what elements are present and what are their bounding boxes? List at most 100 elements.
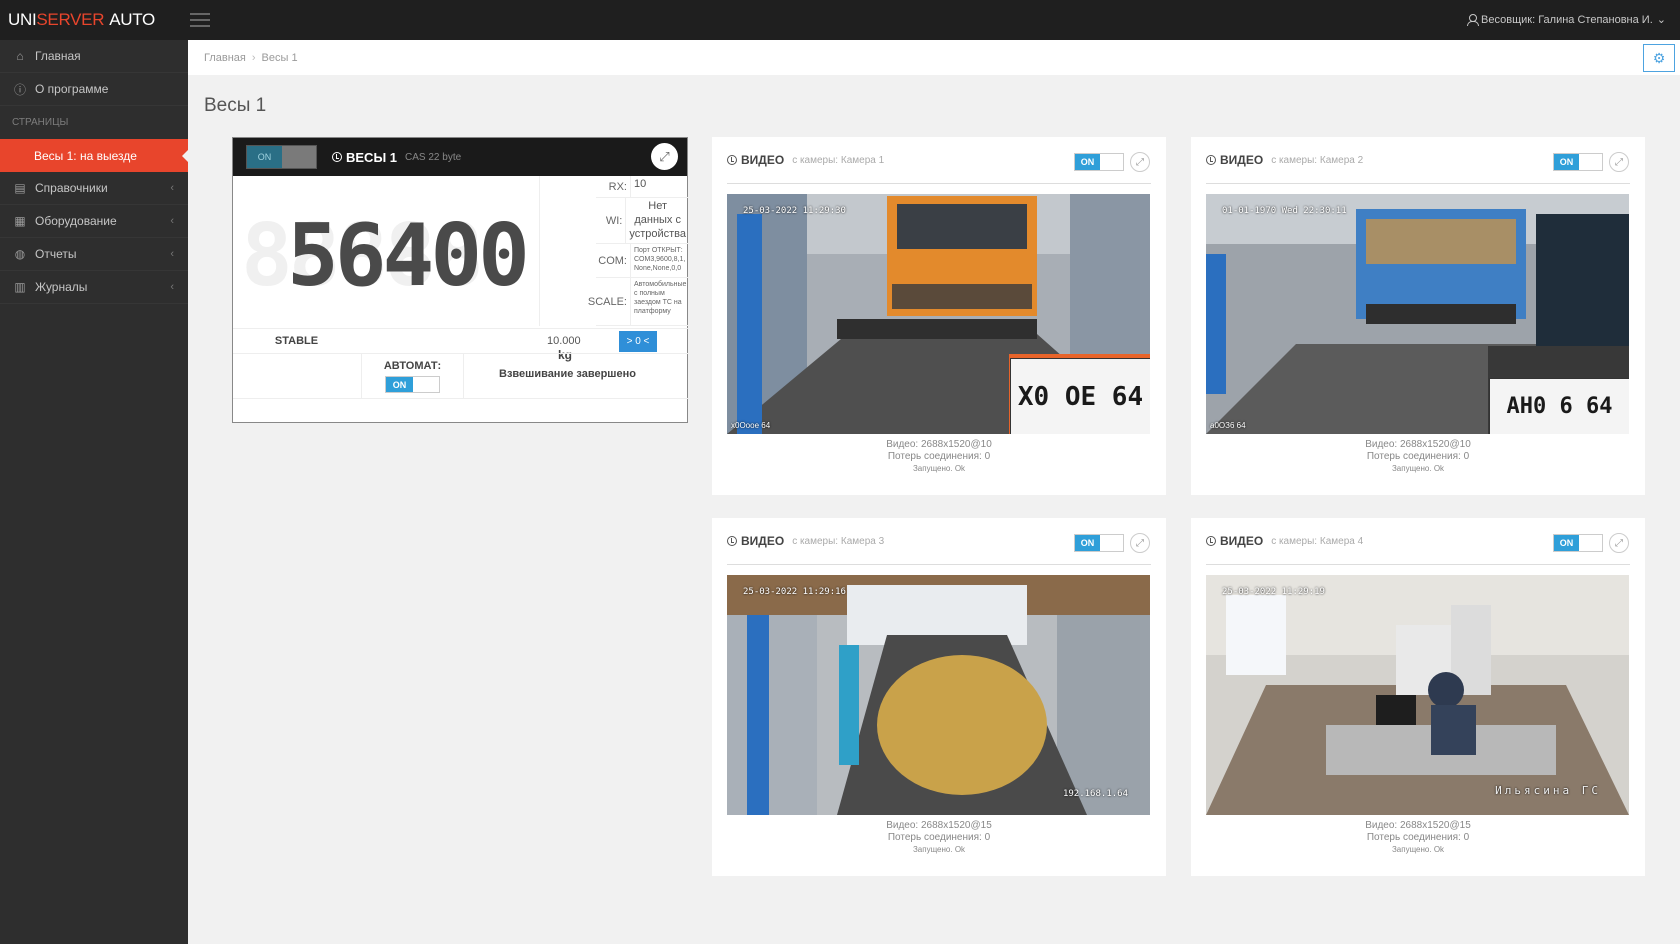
connection-losses: Потерь соединения: 0 (1366, 451, 1470, 462)
clock-icon (1206, 155, 1216, 165)
video-feed[interactable]: 25-03-2022 11:29:30 х0Ооое 64 Х0 ОЕ 64 (727, 194, 1150, 434)
camera-name-overlay: Ильясина ГС (1495, 784, 1601, 797)
info-row-wi: WI: Нет данных с устройства (596, 198, 689, 244)
menu-toggle-icon[interactable] (190, 13, 210, 27)
breadcrumb-home[interactable]: Главная (204, 52, 246, 64)
video-toggle[interactable]: ON (1074, 534, 1124, 552)
video-panel-header: ВИДЕО с камеры: Камера 3 (727, 534, 884, 548)
user-icon (1467, 14, 1480, 26)
clock-icon (1206, 536, 1216, 546)
scale-power-toggle[interactable]: ON (246, 145, 317, 169)
toggle-on-label: ON (1075, 535, 1100, 551)
sidebar-item-home[interactable]: ⌂ Главная (0, 40, 188, 73)
top-bar: UNI SERVER AUTO Весовщик: Галина Степановн… (0, 0, 1680, 40)
toggle-on-label: ON (1075, 154, 1100, 170)
sidebar-item-references[interactable]: ▤ Справочники ‹ (0, 172, 188, 205)
sidebar-item-reports[interactable]: ◍ Отчеты ‹ (0, 238, 188, 271)
expand-icon: ⤢ (1136, 537, 1144, 549)
chevron-down-icon: ⌄ (1656, 14, 1666, 26)
chevron-left-icon: ‹ (170, 215, 174, 227)
book-icon: ▤ (14, 181, 26, 195)
brand-auto: AUTO (109, 10, 155, 29)
scale-title-text: ВЕСЫ 1 (346, 149, 398, 165)
video-panel-camera-1: ВИДЕО с камеры: Камера 1 ON ⤢ 25-03-2022… (712, 137, 1166, 495)
expand-button[interactable]: ⤢ (1609, 533, 1629, 553)
zero-button[interactable]: > 0 < (619, 331, 657, 352)
scale-panel-body: 88888 56400 kg RX: 10 WI: Нет данных с у… (233, 176, 689, 424)
video-title: ВИДЕО (1220, 153, 1264, 167)
video-toggle[interactable]: ON (1553, 534, 1603, 552)
scale-title: ВЕСЫ 1 CAS 22 byte (332, 150, 461, 165)
sidebar-item-journals[interactable]: ▥ Журналы ‹ (0, 271, 188, 304)
sidebar-item-scale-1[interactable]: Весы 1: на выезде (0, 139, 189, 172)
toggle-off-part (1100, 535, 1123, 551)
toggle-off-part (1100, 154, 1123, 170)
expand-button[interactable]: ⤢ (1130, 533, 1150, 553)
info-row-com: COM: Порт ОТКРЫТ: COM3,9600,8,1, None,No… (596, 244, 689, 278)
expand-icon: ⤢ (659, 148, 670, 164)
settings-button[interactable]: ⚙ (1643, 44, 1675, 72)
gear-icon: ⚙ (1652, 49, 1666, 66)
video-resolution: Видео: 2688x1520@15 (886, 820, 992, 831)
connection-losses: Потерь соединения: 0 (887, 832, 991, 843)
expand-icon: ⤢ (1615, 156, 1623, 168)
license-plate-snapshot: АН0 6 64 (1489, 378, 1629, 434)
divider (1206, 564, 1630, 565)
license-plate-snapshot: Х0 ОЕ 64 (1010, 358, 1150, 434)
video-title: ВИДЕО (741, 153, 785, 167)
video-toggle[interactable]: ON (1074, 153, 1124, 171)
video-source: с камеры: Камера 2 (1271, 154, 1364, 166)
toggle-on-label: ON (1554, 535, 1579, 551)
video-source: с камеры: Камера 4 (1271, 535, 1364, 547)
expand-button[interactable]: ⤢ (651, 143, 678, 170)
info-row-scale: SCALE: Автомобильные с полным заездом ТС… (588, 278, 689, 326)
info-icon: ⓘ (13, 82, 26, 97)
sidebar-item-about[interactable]: ⓘ О программе (0, 73, 188, 106)
info-value: Автомобильные с полным заездом ТС на пла… (634, 281, 687, 316)
clock-icon (727, 155, 737, 165)
page-title: Весы 1 (204, 95, 267, 116)
video-title: ВИДЕО (741, 534, 785, 548)
video-resolution: Видео: 2688x1520@10 (1365, 439, 1471, 450)
expand-button[interactable]: ⤢ (1130, 152, 1150, 172)
home-icon: ⌂ (16, 49, 24, 63)
info-row-rx: RX: 10 (596, 176, 689, 198)
video-status: Запущено. Ok (1391, 845, 1445, 854)
journal-icon: ▥ (14, 280, 26, 294)
brand-logo[interactable]: UNI SERVER AUTO (0, 10, 188, 30)
toggle-off-part (413, 377, 439, 392)
clock-icon (332, 152, 342, 162)
video-feed[interactable]: 25-03-2022 11:29:19 Ильясина ГС (1206, 575, 1629, 815)
toggle-off-part (1579, 154, 1602, 170)
video-panel-camera-4: ВИДЕО с камеры: Камера 4 ON ⤢ 25-03-2022… (1191, 518, 1645, 876)
video-status: Запущено. Ok (912, 845, 966, 854)
user-menu[interactable]: Весовщик: Галина Степановна И. ⌄ (1467, 13, 1666, 26)
plate-label: а0ОЗ6 64 (1210, 421, 1246, 430)
video-resolution: Видео: 2688x1520@15 (1365, 820, 1471, 831)
video-panel-header: ВИДЕО с камеры: Камера 1 (727, 153, 884, 167)
divider (233, 398, 689, 399)
sidebar-item-equipment[interactable]: ▦ Оборудование ‹ (0, 205, 188, 238)
scale-panel-header: ON ВЕСЫ 1 CAS 22 byte ⤢ (233, 138, 687, 176)
divider (727, 183, 1151, 184)
video-feed[interactable]: 25-03-2022 11:29:16 192.168.1.64 (727, 575, 1150, 815)
expand-icon: ⤢ (1615, 537, 1623, 549)
video-timestamp: 25-03-2022 11:29:19 (1222, 587, 1325, 597)
weight-display: 88888 56400 (233, 176, 540, 326)
sidebar-item-label: Весы 1: на выезде (34, 148, 137, 163)
video-timestamp: 01-01-1970 Wed 22:30:11 (1222, 206, 1347, 216)
video-source: с камеры: Камера 1 (792, 154, 885, 166)
video-toggle[interactable]: ON (1553, 153, 1603, 171)
info-value: 10 (634, 178, 647, 190)
connection-losses: Потерь соединения: 0 (1366, 832, 1470, 843)
video-feed[interactable]: 01-01-1970 Wed 22:30:11 а0ОЗ6 64 АН0 6 6… (1206, 194, 1629, 434)
auto-toggle[interactable]: ON (385, 376, 440, 393)
expand-button[interactable]: ⤢ (1609, 152, 1629, 172)
toggle-off-part (1579, 535, 1602, 551)
toggle-on-label: ON (1554, 154, 1579, 170)
chevron-left-icon: ‹ (170, 281, 174, 293)
video-timestamp: 25-03-2022 11:29:16 (743, 587, 846, 597)
sidebar-item-label: О программе (35, 82, 109, 96)
video-panel-camera-2: ВИДЕО с камеры: Камера 2 ON ⤢ 01-01-1970… (1191, 137, 1645, 495)
info-key: RX: (596, 176, 631, 197)
